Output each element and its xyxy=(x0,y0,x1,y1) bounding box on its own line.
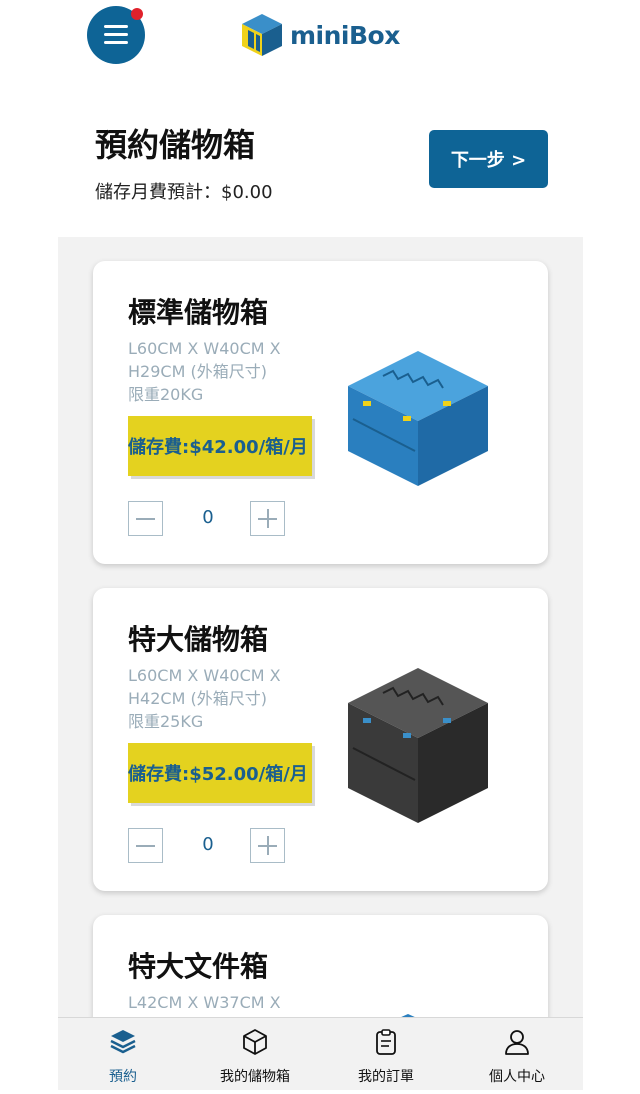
nav-item-my-boxes[interactable]: 我的儲物箱 xyxy=(195,1018,315,1091)
next-step-button[interactable]: 下一步 > xyxy=(429,130,548,188)
quantity-stepper: 0 xyxy=(128,828,286,864)
plus-icon-vertical xyxy=(267,509,269,528)
product-card-large-box: 特大儲物箱 L60CM X W40CM X H42CM (外箱尺寸) 限重25K… xyxy=(93,588,548,891)
increment-button[interactable] xyxy=(250,501,285,536)
increment-button[interactable] xyxy=(250,828,285,863)
hamburger-menu-icon xyxy=(104,25,128,28)
product-dimensions: L42CM X W37CM X xyxy=(128,993,281,1012)
nav-label: 預約 xyxy=(109,1069,137,1085)
menu-button[interactable] xyxy=(87,6,145,64)
minus-icon xyxy=(136,845,155,847)
decrement-button[interactable] xyxy=(128,501,163,536)
product-title: 特大儲物箱 xyxy=(128,623,269,656)
minus-icon xyxy=(136,518,155,520)
product-title: 標準儲物箱 xyxy=(128,296,269,329)
quantity-value: 0 xyxy=(202,834,214,855)
product-card-standard-box: 標準儲物箱 L60CM X W40CM X H29CM (外箱尺寸) 限重20K… xyxy=(93,261,548,564)
nav-item-reserve[interactable]: 預約 xyxy=(63,1018,183,1091)
nav-item-profile[interactable]: 個人中心 xyxy=(457,1018,577,1091)
product-card-document-box: 特大文件箱 L42CM X W37CM X xyxy=(93,915,548,1017)
product-weight-limit: 限重20KG xyxy=(128,385,204,404)
blue-storage-box-image xyxy=(348,351,488,486)
product-spec: L42CM X W37CM X xyxy=(128,991,318,1014)
bottom-navigation: 預約 我的儲物箱 我的訂單 個人中心 xyxy=(58,1017,583,1090)
product-dimensions: L60CM X W40CM X H29CM (外箱尺寸) xyxy=(128,339,281,381)
document-box-image xyxy=(401,1014,415,1017)
decrement-button[interactable] xyxy=(128,828,163,863)
product-price: 儲存費:$42.00/箱/月 xyxy=(128,416,312,476)
nav-label: 個人中心 xyxy=(489,1069,545,1085)
minibox-logo-icon xyxy=(242,14,282,56)
quantity-value: 0 xyxy=(202,507,214,528)
box-icon xyxy=(243,1029,267,1055)
nav-item-my-orders[interactable]: 我的訂單 xyxy=(326,1018,446,1091)
app-header: miniBox xyxy=(0,0,640,80)
plus-icon-vertical xyxy=(267,836,269,855)
nav-label: 我的訂單 xyxy=(358,1069,414,1085)
notification-dot xyxy=(131,8,143,20)
layers-icon xyxy=(110,1030,136,1054)
logo-text: miniBox xyxy=(290,20,400,50)
user-icon xyxy=(505,1030,529,1055)
product-spec: L60CM X W40CM X H29CM (外箱尺寸) 限重20KG xyxy=(128,337,318,406)
hamburger-menu-icon-line xyxy=(104,33,128,36)
nav-label: 我的儲物箱 xyxy=(220,1069,290,1085)
quantity-stepper: 0 xyxy=(128,501,286,537)
hamburger-menu-icon-line xyxy=(104,41,128,44)
app-logo[interactable]: miniBox xyxy=(240,12,400,58)
product-list[interactable]: 標準儲物箱 L60CM X W40CM X H29CM (外箱尺寸) 限重20K… xyxy=(58,237,583,1017)
page-title: 預約儲物箱 xyxy=(95,126,256,164)
monthly-fee-estimate: 儲存月費預計：$0.00 xyxy=(95,182,273,203)
clipboard-icon xyxy=(376,1029,396,1055)
product-title: 特大文件箱 xyxy=(128,950,269,983)
product-dimensions: L60CM X W40CM X H42CM (外箱尺寸) xyxy=(128,666,281,708)
product-spec: L60CM X W40CM X H42CM (外箱尺寸) 限重25KG xyxy=(128,664,318,733)
black-storage-box-image xyxy=(348,668,488,823)
product-weight-limit: 限重25KG xyxy=(128,712,204,731)
product-price: 儲存費:$52.00/箱/月 xyxy=(128,743,312,803)
